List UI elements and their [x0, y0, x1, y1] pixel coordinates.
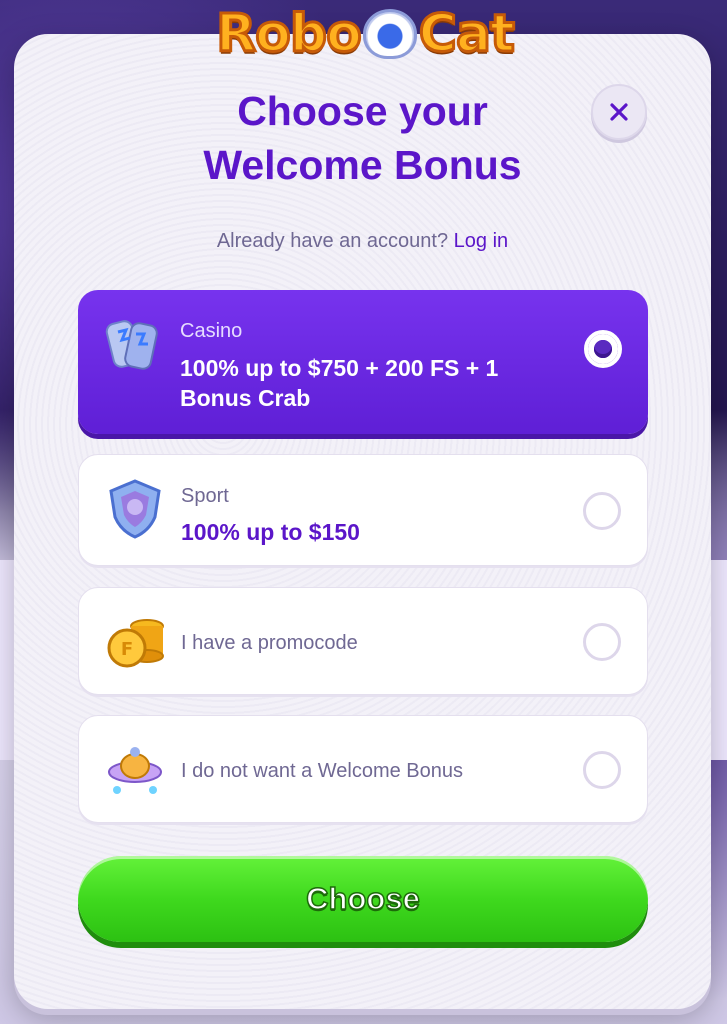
- radio-unselected[interactable]: [583, 623, 621, 661]
- option-label: I do not want a Welcome Bonus: [181, 760, 464, 782]
- option-label: Casino: [180, 320, 243, 342]
- robot-spaceship-icon: [108, 747, 162, 794]
- svg-text:F: F: [121, 639, 133, 660]
- choose-button[interactable]: Choose: [78, 856, 648, 942]
- title-line-2: Welcome Bonus: [203, 142, 522, 188]
- coins-icon: F: [107, 619, 164, 668]
- option-promocode[interactable]: F I have a promocode: [78, 587, 648, 695]
- casino-tickets-icon: [105, 320, 158, 370]
- choose-button-label: Choose: [305, 880, 420, 917]
- option-no-bonus[interactable]: I do not want a Welcome Bonus: [78, 715, 648, 823]
- logo-text-right: Cat: [417, 3, 516, 66]
- option-value: 100% up to $150: [181, 519, 360, 545]
- option-label: Sport: [181, 485, 229, 507]
- login-link[interactable]: Log in: [454, 230, 509, 252]
- logo-text-left: Robo: [215, 3, 364, 66]
- login-prompt: Already have an account? Log in: [14, 230, 711, 253]
- option-casino[interactable]: Casino 100% up to $750 + 200 FS + 1 Bonu…: [78, 290, 648, 434]
- robocat-logo: Robo Cat: [200, 0, 530, 68]
- robot-cat-head-icon: [362, 9, 417, 59]
- radio-unselected[interactable]: [583, 751, 621, 789]
- radio-unselected[interactable]: [583, 492, 621, 530]
- radio-selected[interactable]: [584, 330, 622, 368]
- option-value-line-2: Bonus Crab: [180, 385, 311, 411]
- title-line-1: Choose your: [237, 88, 488, 134]
- login-prompt-text: Already have an account?: [216, 230, 449, 252]
- option-sport[interactable]: Sport 100% up to $150: [78, 454, 648, 566]
- option-value-line-1: 100% up to $750 + 200 FS + 1: [180, 355, 499, 381]
- sport-shield-icon: [109, 479, 161, 539]
- modal-title: Choose your Welcome Bonus: [14, 84, 711, 192]
- welcome-bonus-modal: Choose your Welcome Bonus Already have a…: [14, 34, 711, 1009]
- option-label: I have a promocode: [181, 632, 358, 654]
